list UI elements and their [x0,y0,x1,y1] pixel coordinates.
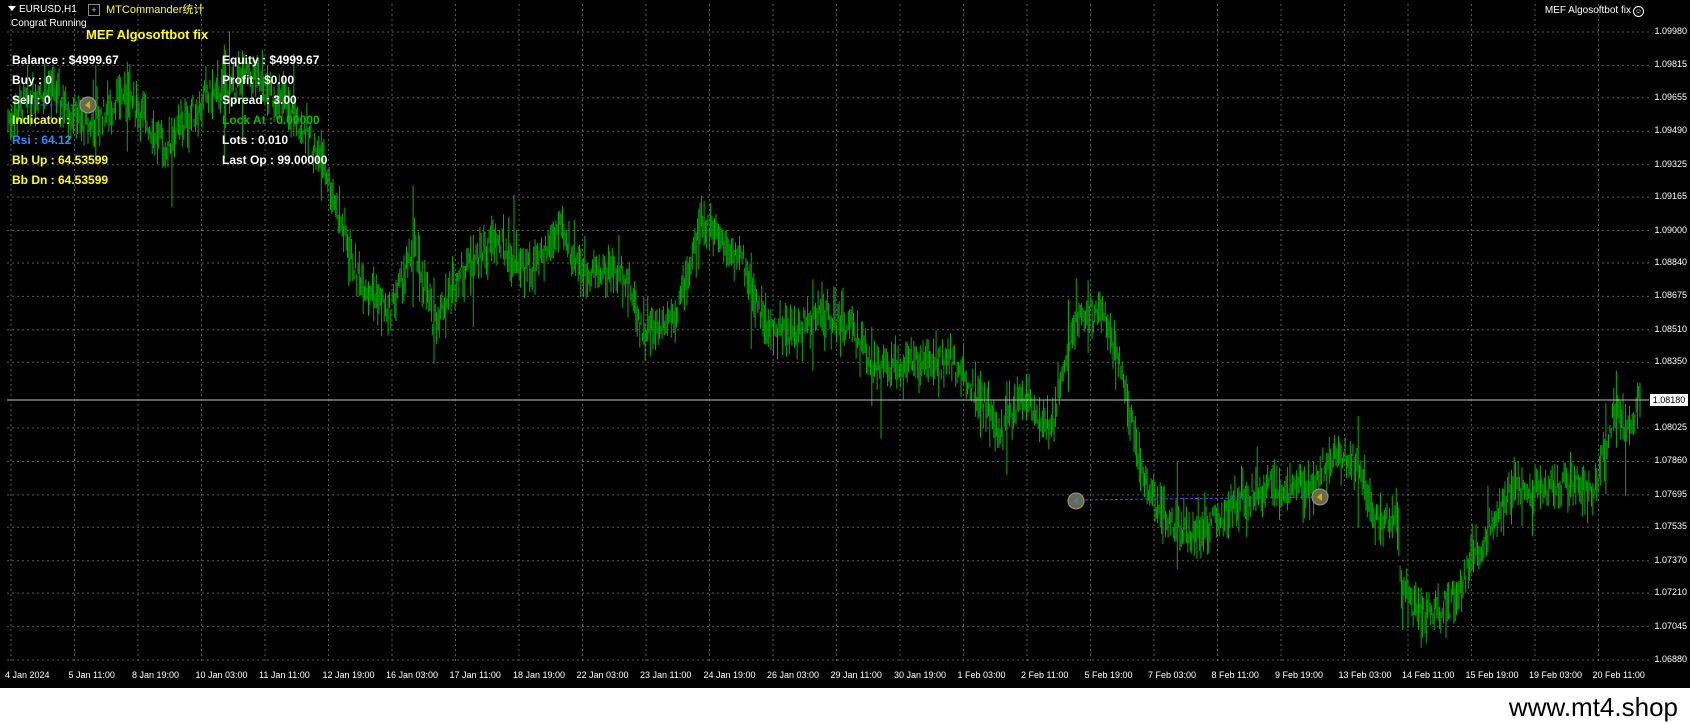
date-tick-label: 10 Jan 03:00 [195,670,248,680]
date-tick-label: 26 Jan 03:00 [767,670,820,680]
bb-dn-text: Bb Dn : 64.53599 [12,173,109,187]
date-tick-label: 5 Jan 11:00 [68,670,115,680]
date-tick-label: 5 Feb 19:00 [1084,670,1133,680]
date-tick-label: 24 Jan 19:00 [703,670,756,680]
date-tick-label: 4 Jan 2024 [5,670,50,680]
price-tick-label: 1.07535 [1654,521,1687,532]
date-tick-label: 19 Feb 03:00 [1529,670,1583,680]
price-tick-label: 1.08840 [1654,256,1687,267]
date-tick-label: 20 Feb 11:00 [1592,670,1645,680]
rsi-text: Rsi : 64.12 [12,133,72,147]
plus-icon[interactable]: + [88,4,100,16]
price-tick-label: 1.08350 [1654,356,1687,367]
profit-text: Profit : $0.00 [222,73,295,87]
date-tick-label: 9 Feb 19:00 [1275,670,1324,680]
lots-text: Lots : 0.010 [222,133,289,147]
price-tick-label: 1.09165 [1654,191,1687,202]
price-tick-label: 1.09490 [1654,125,1687,136]
equity-text: Equity : $4999.67 [222,53,320,67]
indicator-text: Indicator : [12,113,71,127]
date-tick-label: 17 Jan 11:00 [449,670,501,680]
price-tick-label: 1.08510 [1654,323,1687,334]
lock-at-text: Lock At : 0.00000 [222,113,320,127]
date-tick-label: 15 Feb 19:00 [1465,670,1519,680]
price-tick-label: 1.08025 [1654,422,1687,433]
balance-text: Balance : $4999.67 [12,53,119,67]
last-op-text: Last Op : 99.00000 [222,153,328,167]
date-tick-label: 2 Feb 11:00 [1021,670,1069,680]
date-tick-label: 29 Jan 11:00 [830,670,882,680]
symbol-label[interactable]: EURUSD,H1 [8,4,77,15]
price-tick-label: 1.07370 [1654,554,1687,565]
ea-corner-label[interactable]: MEF Algosoftbot fix ☺ [1545,5,1644,17]
footer-bar: www.mt4.shop [0,688,1690,724]
price-tick-label: 1.07695 [1654,488,1687,499]
date-tick-label: 23 Jan 11:00 [640,670,692,680]
date-tick-label: 8 Jan 19:00 [132,670,180,680]
mtcommander-label[interactable]: + MTCommander统计 [88,1,204,17]
price-tick-label: 1.09655 [1654,91,1687,102]
date-tick-label: 30 Jan 19:00 [894,670,947,680]
bb-up-text: Bb Up : 64.53599 [12,153,109,167]
ea-status: Congrat Running [11,18,87,29]
trade-marker-icon[interactable] [1311,488,1329,506]
date-tick-label: 18 Jan 19:00 [513,670,566,680]
price-tick-label: 1.08675 [1654,290,1687,301]
price-tick-label: 1.09980 [1654,26,1687,36]
ea-title: MEF Algosoftbot fix [86,27,209,42]
trade-marker-icon[interactable] [1067,492,1085,510]
price-tick-label: 1.07045 [1654,620,1687,631]
date-tick-label: 16 Jan 03:00 [386,670,439,680]
buy-text: Buy : 0 [12,73,53,87]
price-tick-label: 1.07860 [1654,455,1687,466]
date-tick-label: 12 Jan 19:00 [322,670,375,680]
smiley-icon: ☺ [1633,6,1644,17]
price-tick-label: 1.06880 [1654,654,1687,664]
price-tick-label: 1.09000 [1654,224,1687,235]
sell-text: Sell : 0 [12,93,51,107]
date-tick-label: 13 Feb 03:00 [1338,670,1392,680]
spread-text: Spread : 3.00 [222,93,297,107]
chevron-down-icon[interactable] [8,6,16,11]
date-tick-label: 11 Jan 11:00 [259,670,310,680]
price-tick-label: 1.07210 [1654,587,1687,598]
price-tick-label: 1.09325 [1654,158,1687,169]
trade-marker-icon[interactable] [79,96,97,114]
date-tick-label: 8 Feb 11:00 [1211,670,1259,680]
chart-window[interactable]: EURUSD,H1 + MTCommander统计 Congrat Running… [0,0,1690,688]
date-tick-label: 22 Jan 03:00 [576,670,629,680]
price-tick-label: 1.09815 [1654,59,1687,70]
date-tick-label: 14 Feb 11:00 [1402,670,1455,680]
watermark-text: www.mt4.shop [1508,692,1678,722]
date-tick-label: 7 Feb 03:00 [1148,670,1197,680]
current-price-tag: 1.08180 [1650,394,1688,406]
date-tick-label: 1 Feb 03:00 [957,670,1006,680]
